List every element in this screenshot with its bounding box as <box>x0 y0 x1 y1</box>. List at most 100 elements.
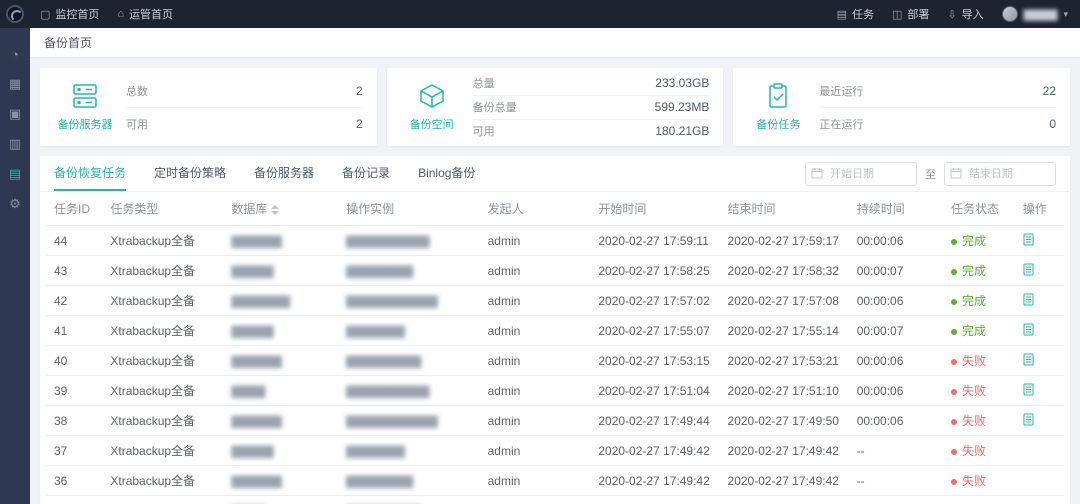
sidebar-item-monitor[interactable]: ▥ <box>0 132 30 156</box>
cell-duration: -- <box>849 496 943 504</box>
column-header: 结束时间 <box>720 192 849 226</box>
app-logo[interactable] <box>0 0 30 28</box>
column-header: 开始时间 <box>590 192 719 226</box>
cell-user: admin <box>480 316 591 346</box>
stat-cards: 备份服务器 总数 2 可用 2 <box>30 58 1080 156</box>
card-title: 备份服务器 <box>58 116 113 132</box>
table-row: 39Xtrabackup全备▇▇▇▇▇▇▇▇▇▇▇▇▇▇admin2020-02… <box>46 376 1064 406</box>
date-range-separator: 至 <box>925 166 936 182</box>
cell-database: ▇▇▇▇▇▇ <box>223 226 338 256</box>
cell-actions <box>1015 256 1064 286</box>
cell-user: admin <box>480 286 591 316</box>
column-header: 操作实例 <box>338 192 479 226</box>
cell-start-time: 2020-02-27 17:59:11 <box>590 226 719 256</box>
sidebar-item-dashboard[interactable]: ◔ <box>0 42 30 66</box>
table-row: 35Xtrabackup全备▇▇▇▇▇▇▇▇▇▇▇▇▇admin2020-02-… <box>46 496 1064 504</box>
table-row: 40Xtrabackup全备▇▇▇▇▇▇▇▇▇▇▇▇▇▇▇admin2020-0… <box>46 346 1064 376</box>
dashboard-icon: ◔ <box>11 47 19 62</box>
cell-database: ▇▇▇▇▇ <box>223 256 338 286</box>
sidebar-menu: ◔ ▦ ▣ ▥ ▤ ⚙ <box>0 28 30 216</box>
cell-user: admin <box>480 376 591 406</box>
cell-user: admin <box>480 406 591 436</box>
backup-server-icon <box>70 82 100 113</box>
topnav-action-1[interactable]: ◫部署 <box>892 6 929 22</box>
table-row: 36Xtrabackup全备▇▇▇▇▇▇▇▇▇▇▇▇▇▇admin2020-02… <box>46 466 1064 496</box>
sidebar-item-backup[interactable]: ▤ <box>0 162 30 186</box>
topnav-label: 导入 <box>962 6 984 22</box>
topnav-action-2[interactable]: ⇩导入 <box>947 6 983 22</box>
cell-database: ▇▇▇▇▇▇ <box>223 346 338 376</box>
cell-status: 失败 <box>943 406 1015 436</box>
cell-task-type: Xtrabackup全备 <box>102 496 223 504</box>
cell-actions <box>1015 226 1064 256</box>
topnav-item-1[interactable]: ⌂运管首页 <box>117 6 173 22</box>
column-header: 操作 <box>1015 192 1064 226</box>
stat-label: 可用 <box>126 116 148 132</box>
topnav-action-0[interactable]: ▤任务 <box>837 6 874 22</box>
cell-instance: ▇▇▇▇▇▇▇▇▇▇▇ <box>338 286 479 316</box>
tab-1[interactable]: 定时备份策略 <box>154 156 226 191</box>
cell-task-type: Xtrabackup全备 <box>102 376 223 406</box>
cell-task-id: 36 <box>46 466 102 496</box>
cell-database: ▇▇▇▇ <box>223 496 338 504</box>
cell-instance: ▇▇▇▇▇▇▇ <box>338 316 479 346</box>
cell-end-time: 2020-02-27 17:55:14 <box>720 316 849 346</box>
cell-user: admin <box>480 436 591 466</box>
tab-2[interactable]: 备份服务器 <box>254 156 314 191</box>
status-text: 失败 <box>962 354 986 368</box>
cell-start-time: 2020-02-27 17:49:44 <box>590 406 719 436</box>
sidebar-item-settings[interactable]: ⚙ <box>0 192 30 216</box>
view-log-button[interactable] <box>1023 233 1034 246</box>
cell-actions <box>1015 346 1064 376</box>
view-log-button[interactable] <box>1023 383 1034 396</box>
cell-task-id: 37 <box>46 436 102 466</box>
cell-actions <box>1015 436 1064 466</box>
cell-duration: 00:00:06 <box>849 286 943 316</box>
sort-icon[interactable] <box>271 205 279 215</box>
topnav-item-0[interactable]: ▢监控首页 <box>40 6 99 22</box>
status-text: 完成 <box>962 294 986 308</box>
view-log-button[interactable] <box>1023 263 1034 276</box>
card-backup-task: 备份任务 最近运行 22 正在运行 0 <box>733 68 1070 146</box>
cell-duration: -- <box>849 466 943 496</box>
column-header[interactable]: 数据库 <box>223 192 338 226</box>
sidebar: ◔ ▦ ▣ ▥ ▤ ⚙ <box>0 0 30 504</box>
stat-value: 0 <box>1049 117 1056 131</box>
stat-row: 正在运行 0 <box>819 108 1056 140</box>
tasks-icon: ▤ <box>837 8 847 21</box>
view-log-button[interactable] <box>1023 323 1034 336</box>
column-header: 任务类型 <box>102 192 223 226</box>
tabs-row: 备份恢复任务定时备份策略备份服务器备份记录 Binlog备份 至 <box>40 156 1070 192</box>
view-log-button[interactable] <box>1023 413 1034 426</box>
status-text: 失败 <box>962 384 986 398</box>
cell-end-time: 2020-02-27 17:58:32 <box>720 256 849 286</box>
table-row: 37Xtrabackup全备▇▇▇▇▇▇▇▇▇▇▇▇admin2020-02-2… <box>46 436 1064 466</box>
stat-label: 备份总量 <box>473 99 517 115</box>
cell-end-time: 2020-02-27 17:59:17 <box>720 226 849 256</box>
main-column: ▢监控首页⌂运管首页 ▤任务◫部署⇩导入 ▇▇▇▇ ▾ 备份首页 <box>30 0 1080 504</box>
tab-0[interactable]: 备份恢复任务 <box>54 156 126 191</box>
card-backup-server-head: 备份服务器 <box>54 82 116 132</box>
stat-label: 总数 <box>126 83 148 99</box>
column-label: 任务状态 <box>951 202 999 216</box>
view-log-button[interactable] <box>1023 293 1034 306</box>
status-dot <box>951 269 957 275</box>
cell-actions <box>1015 316 1064 346</box>
instances-icon: ▣ <box>9 106 21 122</box>
sidebar-item-instances[interactable]: ▣ <box>0 102 30 126</box>
cell-task-type: Xtrabackup全备 <box>102 316 223 346</box>
user-menu[interactable]: ▇▇▇▇ ▾ <box>1002 6 1068 22</box>
status-text: 完成 <box>962 264 986 278</box>
cell-task-type: Xtrabackup全备 <box>102 256 223 286</box>
status-text: 完成 <box>962 324 986 338</box>
stat-label: 总量 <box>473 75 495 91</box>
cell-duration: 00:00:06 <box>849 376 943 406</box>
table-row: 38Xtrabackup全备▇▇▇▇▇▇▇▇▇▇▇▇▇▇▇▇▇admin2020… <box>46 406 1064 436</box>
tab-3[interactable]: 备份记录 <box>342 156 390 191</box>
stat-value: 599.23MB <box>655 100 710 114</box>
card-rows: 总数 2 可用 2 <box>126 75 363 140</box>
tab-4[interactable]: Binlog备份 <box>418 156 475 191</box>
sidebar-item-apps[interactable]: ▦ <box>0 72 30 96</box>
column-header: 任务ID <box>46 192 102 226</box>
view-log-button[interactable] <box>1023 353 1034 366</box>
